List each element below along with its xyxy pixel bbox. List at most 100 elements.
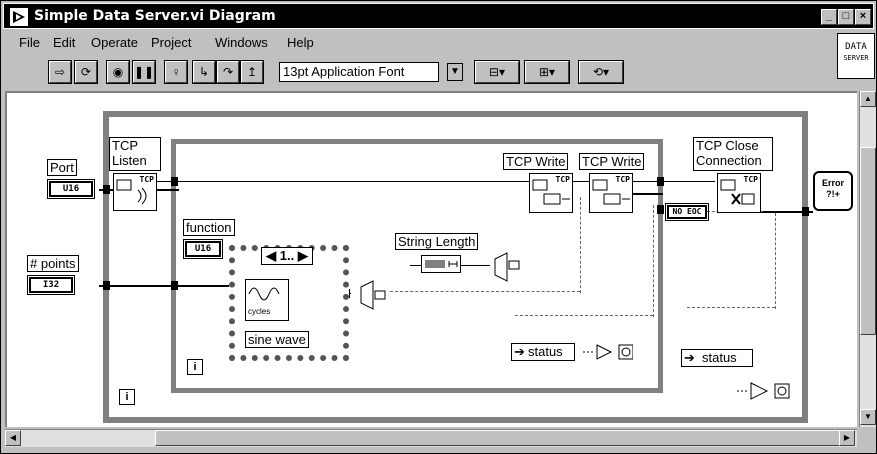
run-arrow-icon[interactable]: ⇨ [48,60,72,84]
status-wire-inner-v [653,205,654,317]
title-bar[interactable]: Simple Data Server.vi Diagram _ □ × [3,3,874,29]
data-string-wire-v [580,197,581,293]
font-dropdown-arrow[interactable]: ▼ [447,63,463,81]
close-button[interactable]: × [855,9,871,25]
abort-icon[interactable]: ◉ [106,60,130,84]
listen-error-wire [157,189,179,191]
minimize-button[interactable]: _ [821,9,837,25]
close-connection-wire [663,181,715,182]
run-continuous-icon[interactable]: ⟳ [74,60,98,84]
tunnel [657,177,664,186]
function-label: function [183,219,235,236]
points-terminal[interactable]: I32 [27,275,75,295]
status-wire-inner [515,315,653,316]
menu-operate[interactable]: Operate [91,35,138,50]
tunnel [171,177,178,186]
tcp-write2-node[interactable]: TCP [589,173,633,213]
status-label-inner: status [528,344,563,359]
menu-edit[interactable]: Edit [53,35,75,50]
status-unbundle-outer[interactable]: ➔ status [681,349,753,367]
badge-line2: SERVER [843,54,869,62]
scroll-up-arrow[interactable]: ▲ [860,91,876,107]
toolbar: ⇨ ⟳ ◉ ❚❚ ♀ ↳ ↷ ↥ 13pt Application Font ▼… [3,57,835,87]
sine-waveform-node[interactable]: cycles [245,279,289,321]
horizontal-scrollbar[interactable]: ◀ ▶ [5,429,857,447]
pause-icon[interactable]: ❚❚ [132,60,156,84]
tunnel [171,281,178,290]
case-selector-value: 1.. [279,248,295,263]
menu-bar: File Edit Operate Project Windows Help [3,31,835,55]
tcp-write1-node[interactable]: TCP [529,173,573,213]
reorder-icon[interactable]: ⟲▾ [578,60,624,84]
case-selector-right-arrow[interactable]: ▶ [298,248,308,263]
tcp-write1-tag: TCP [555,175,570,184]
tunnel [103,281,110,290]
not-function-inner[interactable] [581,343,634,361]
badge-line1: DATA [845,42,867,52]
error-handler-text: Error ?!+ [821,178,844,199]
align-icon[interactable]: ⊟▾ [474,60,520,84]
write2-error-wire [633,193,663,195]
scroll-left-arrow[interactable]: ◀ [5,430,21,446]
scroll-right-arrow[interactable]: ▶ [839,430,855,446]
vertical-scrollbar[interactable]: ▲ ▼ [859,91,876,427]
inner-iteration-terminal[interactable]: i [187,359,203,375]
block-diagram-canvas[interactable]: i i Port U16 # points I32 TCP Listen TCP… [5,91,857,427]
menu-file[interactable]: File [19,35,40,50]
tcp-close-tag: TCP [743,175,758,184]
step-into-icon[interactable]: ↳ [192,60,216,84]
outer-iteration-terminal[interactable]: i [119,389,135,405]
points-label: # points [27,255,79,272]
menu-help[interactable]: Help [287,35,314,50]
flatten-to-string-node[interactable] [357,279,387,311]
tcp-write2-label: TCP Write [579,153,645,170]
status-label-outer: status [702,350,737,365]
typecast-node[interactable] [491,251,521,283]
arrow-right-icon: ➔ [514,344,525,359]
window-title: Simple Data Server.vi Diagram [34,8,276,24]
step-out-icon[interactable]: ↥ [240,60,264,84]
tunnel [657,205,664,214]
labview-app-icon[interactable] [10,8,28,26]
status-unbundle-inner[interactable]: ➔ status [511,343,575,361]
arrow-right-icon: ➔ [684,350,695,365]
vertical-scroll-thumb[interactable] [860,147,876,335]
app-window: Simple Data Server.vi Diagram _ □ × File… [0,0,877,454]
error-handler-node[interactable]: Error ?!+ [813,171,853,211]
tunnel [103,185,110,194]
scroll-down-arrow[interactable]: ▼ [860,409,876,425]
sine-wave-label: sine wave [245,331,309,348]
menu-project[interactable]: Project [151,35,191,50]
port-label: Port [47,159,77,176]
no-eoc-constant[interactable]: NO EOC [665,203,709,221]
data-string-wire [390,291,580,292]
maximize-button[interactable]: □ [838,9,854,25]
function-terminal[interactable]: U16 [183,239,223,259]
tunnel [802,207,809,216]
font-select[interactable]: 13pt Application Font [279,62,439,82]
vi-icon-badge[interactable]: DATA SERVER [837,33,875,79]
tcp-close-node[interactable]: TCP [717,173,761,213]
status-wire-outer-v [775,213,776,309]
listen-connection-wire [157,181,537,182]
tcp-close-label: TCP Close Connection [693,137,773,171]
horizontal-scroll-thumb[interactable] [155,430,855,446]
case-selector-left-arrow[interactable]: ◀ [266,248,276,263]
tcp-listen-tag: TCP [139,175,154,184]
cycles-label: cycles [248,307,271,316]
distribute-icon[interactable]: ⊞▾ [524,60,570,84]
port-terminal[interactable]: U16 [47,179,95,199]
string-length-label: String Length [395,233,479,250]
case-selector[interactable]: ◀ 1.. ▶ [261,247,313,265]
tcp-listen-label: TCP Listen [109,137,161,171]
highlight-execution-icon[interactable]: ♀ [164,60,188,84]
font-select-value: 13pt Application Font [283,64,405,79]
not-function-outer[interactable] [735,381,793,401]
tcp-write2-tag: TCP [615,175,630,184]
step-over-icon[interactable]: ↷ [216,60,240,84]
status-wire-outer [687,307,775,308]
tcp-write1-label: TCP Write [503,153,569,170]
string-length-node[interactable] [421,255,461,273]
tcp-listen-node[interactable]: TCP [113,173,157,211]
menu-windows[interactable]: Windows [215,35,268,50]
